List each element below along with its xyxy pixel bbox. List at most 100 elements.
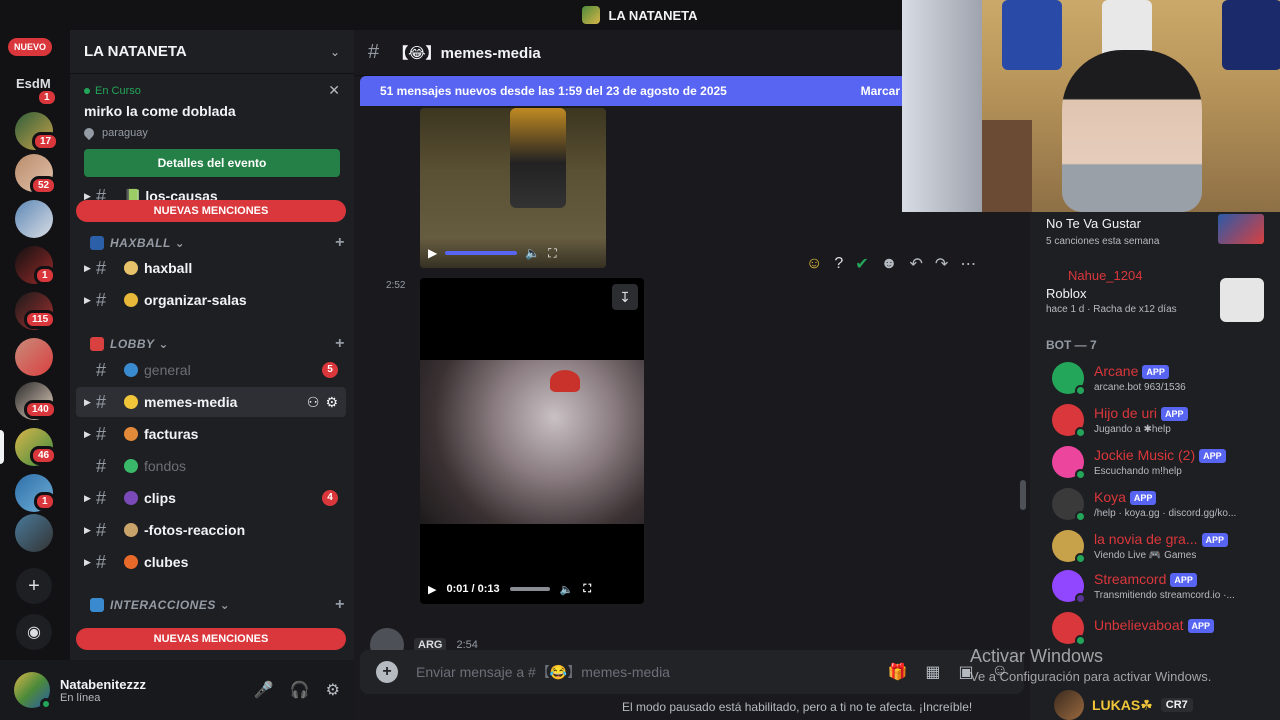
event-details-button[interactable]: Detalles del evento (84, 149, 340, 177)
server-icon-3[interactable] (15, 200, 53, 238)
video-attachment-1[interactable]: ▶ 🔈 ⛶ (420, 108, 606, 268)
reply-icon[interactable]: ↶ (910, 254, 923, 274)
channel-fotos-reaccion[interactable]: ▶ # -fotos-reaccion (76, 515, 346, 545)
new-mentions-pill-bottom[interactable]: NUEVAS MENCIONES (76, 628, 346, 650)
bot-section-header: BOT — 7 (1046, 338, 1097, 352)
message-input[interactable] (416, 664, 776, 680)
laughing-emoji-icon (124, 395, 138, 409)
add-server-button[interactable]: + (16, 568, 52, 604)
server-header[interactable]: LA NATANETA ⌄ (70, 30, 354, 74)
microphone-icon[interactable]: 🎤 (254, 680, 274, 700)
game-name: Roblox (1046, 286, 1087, 301)
online-status-icon (40, 698, 52, 710)
category-interacciones[interactable]: INTERACCIONES ⌄ + (90, 596, 345, 614)
play-icon[interactable]: ▶ (428, 246, 437, 260)
member-item[interactable]: Arcane APP arcane.bot 963/1536 (1030, 362, 1280, 402)
fullscreen-icon[interactable]: ⛶ (583, 583, 591, 596)
mark-as-read-button[interactable]: Marcar (861, 84, 900, 98)
progress-bar[interactable] (445, 251, 518, 255)
channel-fondos[interactable]: # fondos (76, 451, 346, 481)
roblox-icon (1220, 278, 1264, 322)
channel-organizar-salas[interactable]: ▶ # organizar-salas (76, 285, 346, 315)
download-icon[interactable]: ↧ (612, 284, 638, 310)
mention-badge: 4 (322, 490, 338, 506)
globe-emoji-icon (124, 363, 138, 377)
invite-icon[interactable]: ⚇ (307, 394, 320, 411)
member-item[interactable]: Hijo de uri APP Jugando a ✱help (1030, 404, 1280, 444)
new-badge[interactable]: NUEVO (8, 38, 53, 56)
category-lobby[interactable]: LOBBY ⌄ + (90, 335, 345, 353)
video-attachment-2[interactable]: ↧ ▶ 0:01 / 0:13 🔈 ⛶ (420, 278, 644, 604)
add-channel-icon[interactable]: + (335, 234, 345, 252)
hash-icon: # (96, 359, 107, 380)
volume-icon[interactable]: 🔈 (525, 246, 540, 260)
server-badge: 1 (36, 88, 58, 107)
user-info[interactable]: Natabenitezzz En línea (60, 677, 146, 704)
channel-facturas[interactable]: ▶ # facturas (76, 419, 346, 449)
window-title: LA NATANETA (608, 7, 698, 23)
scrollbar[interactable] (1020, 480, 1026, 510)
server-badge: 1 (34, 492, 56, 511)
channel-clips[interactable]: ▶ # clips 4 (76, 483, 346, 513)
forward-icon[interactable]: ↷ (935, 254, 948, 274)
member-item[interactable]: Jockie Music (2) APP Escuchando m!help (1030, 446, 1280, 486)
avatar (1052, 488, 1086, 522)
channel-general[interactable]: # general 5 (76, 355, 346, 385)
mention-badge: 5 (322, 362, 338, 378)
event-card: En Curso ✕ mirko la come doblada paragua… (70, 74, 354, 185)
question-reaction-icon[interactable]: ? (834, 255, 843, 273)
member-item[interactable]: LUKAS☘ CR7 (1054, 690, 1193, 720)
gif-icon[interactable]: ▦ (925, 662, 940, 682)
gift-icon[interactable]: 🎁 (887, 662, 907, 682)
app-badge: APP (1199, 449, 1226, 464)
headphones-icon[interactable]: 🎧 (290, 680, 310, 700)
gear-icon[interactable]: ⚙ (326, 680, 340, 700)
new-messages-bar[interactable]: 51 mensajes nuevos desde las 1:59 del 23… (360, 76, 920, 106)
message-actions: ☺ ? ✔ ☻ ↶ ↷ ⋯ (806, 254, 976, 274)
play-icon[interactable]: ▶ (428, 583, 436, 596)
server-badge: 46 (30, 446, 58, 465)
member-item[interactable]: Streamcord APP Transmitiendo streamcord.i… (1030, 570, 1280, 610)
member-name: Arcane APP (1094, 363, 1169, 380)
member-activity: arcane.bot 963/1536 (1094, 382, 1186, 393)
channel-title: 【😂】memes-media (393, 45, 541, 62)
server-icon-6[interactable] (15, 338, 53, 376)
member-name: Streamcord APP (1094, 571, 1197, 588)
gear-icon[interactable]: ⚙ (325, 394, 338, 411)
discover-compass-icon[interactable]: ◉ (16, 614, 52, 650)
event-status: En Curso ✕ (84, 82, 340, 99)
server-badge: 115 (24, 310, 57, 329)
member-item[interactable]: Koya APP /help · koya.gg · discord.gg/ko.… (1030, 488, 1280, 528)
channel-clubes[interactable]: ▶ # clubes (76, 547, 346, 577)
laughing-reaction-icon[interactable]: ☺ (806, 255, 822, 273)
server-name: LA NATANETA (84, 43, 187, 60)
new-mentions-pill-top[interactable]: NUEVAS MENCIONES (76, 200, 346, 222)
server-icon-10[interactable] (15, 514, 53, 552)
user-status: En línea (60, 691, 101, 704)
check-reaction-icon[interactable]: ✔ (855, 254, 868, 274)
close-icon[interactable]: ✕ (328, 82, 340, 99)
server-badge: 140 (24, 400, 57, 419)
chevron-down-icon: ⌄ (329, 44, 340, 59)
channel-memes-media[interactable]: ▶ # memes-media ⚇ ⚙ (76, 387, 346, 417)
category-haxball[interactable]: HAXBALL ⌄ + (90, 234, 345, 252)
channel-haxball[interactable]: ▶ # haxball (76, 253, 346, 283)
add-channel-icon[interactable]: + (335, 596, 345, 614)
more-icon[interactable]: ⋯ (960, 254, 976, 274)
app-badge: APP (1187, 619, 1215, 634)
activity-card-roblox[interactable]: Nahue_1204 Roblox hace 1 d · Racha de x1… (1030, 266, 1280, 322)
add-reaction-icon[interactable]: ☻ (881, 255, 898, 273)
volume-icon[interactable]: 🔈 (560, 583, 574, 596)
add-channel-icon[interactable]: + (335, 335, 345, 353)
song-title: No Te Va Gustar (1046, 216, 1141, 231)
progress-bar[interactable] (509, 587, 550, 591)
add-attachment-button[interactable]: + (376, 661, 398, 683)
member-list: No Te Va Gustar 5 canciones esta semana … (1030, 210, 1280, 720)
watermark-subtitle: Ve a Configuración para activar Windows. (970, 669, 1212, 684)
fullscreen-icon[interactable]: ⛶ (548, 246, 556, 261)
avatar[interactable] (14, 672, 52, 710)
app-badge: APP (1129, 491, 1157, 506)
user-controls: 🎤 🎧 ⚙ (254, 680, 340, 700)
member-item[interactable]: la novia de gra... APP Viendo Live 🎮 Game… (1030, 530, 1280, 570)
activity-card-music[interactable]: No Te Va Gustar 5 canciones esta semana (1030, 214, 1280, 254)
